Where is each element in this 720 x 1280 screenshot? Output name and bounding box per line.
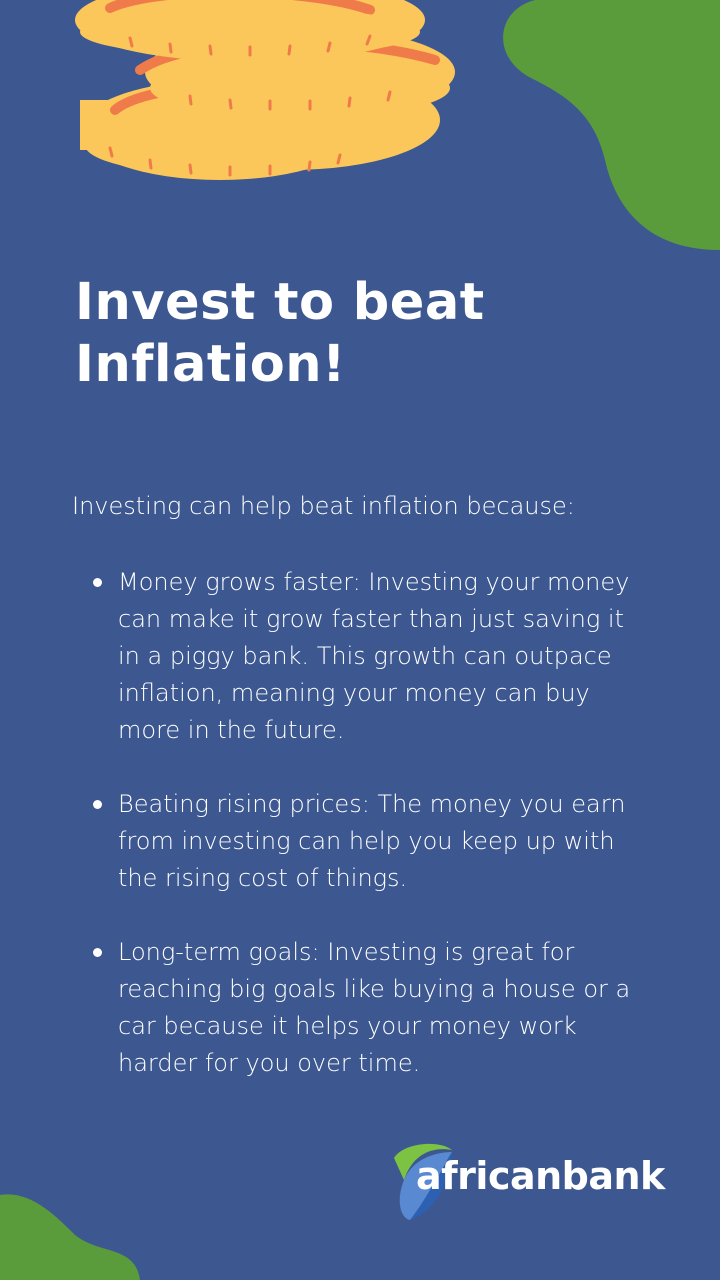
coin-stack-illustration [75, 0, 455, 180]
reason-item-money-grows: Money grows faster: Investing your money… [93, 564, 653, 749]
reason-item-rising-prices: Beating rising prices: The money you ear… [93, 786, 653, 897]
bullet-icon [93, 800, 102, 809]
bullet-icon [93, 948, 102, 957]
reason-text: Long-term goals: Investing is great for … [118, 938, 631, 1077]
green-blob-bottom-left [0, 1194, 140, 1280]
intro-text: Investing can help beat inflation becaus… [72, 492, 575, 520]
green-blob-top-right [503, 0, 720, 250]
reasons-list: Money grows faster: Investing your money… [93, 564, 653, 1119]
reason-text: Beating rising prices: The money you ear… [118, 790, 626, 892]
page-title: Invest to beat Inflation! [75, 273, 485, 394]
reason-text: Money grows faster: Investing your money… [118, 568, 630, 744]
africanbank-logo: africanbank [390, 1140, 665, 1224]
bullet-icon [93, 578, 102, 587]
reason-item-long-term-goals: Long-term goals: Investing is great for … [93, 934, 653, 1082]
brand-wordmark: africanbank [416, 1154, 665, 1198]
